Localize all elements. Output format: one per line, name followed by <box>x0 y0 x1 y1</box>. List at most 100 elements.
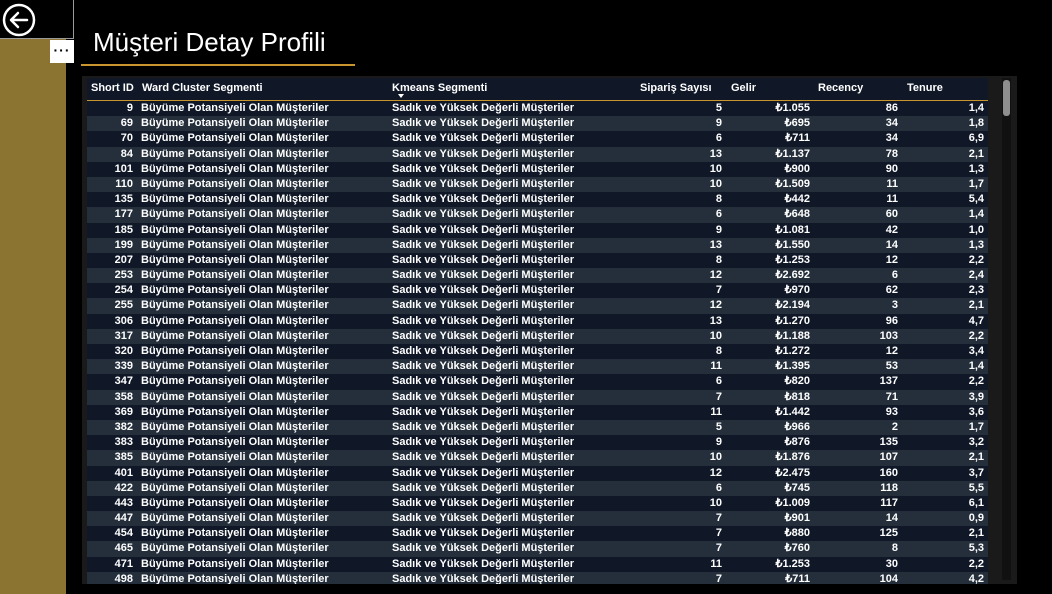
cell-gelir: ₺745 <box>784 481 810 494</box>
column-header-gelir[interactable]: Gelir <box>731 82 756 94</box>
cell-gelir: ₺2.692 <box>775 269 810 282</box>
table-row[interactable]: 101 Büyüme Potansiyeli Olan Müşteriler Sad… <box>87 161 988 177</box>
cell-short-id: 339 <box>114 360 133 373</box>
cell-short-id: 498 <box>114 572 133 584</box>
cell-recency: 125 <box>879 527 898 540</box>
cell-ward-segment: Büyüme Potansiyeli Olan Müşteriler <box>141 102 329 114</box>
table-body: 9 Büyüme Potansiyeli Olan Müşteriler Sadık… <box>87 101 988 584</box>
cell-siparis-sayisi: 13 <box>709 147 722 160</box>
cell-tenure: 2,4 <box>968 269 984 282</box>
table-row[interactable]: 382 Büyüme Potansiyeli Olan Müşteriler Sad… <box>87 419 988 436</box>
cell-ward-segment: Büyüme Potansiyeli Olan Müşteriler <box>141 451 329 464</box>
table-row[interactable]: 317 Büyüme Potansiyeli Olan Müşteriler Sad… <box>87 328 988 344</box>
cell-recency: 62 <box>885 284 898 297</box>
table-row[interactable]: 306 Büyüme Potansiyeli Olan Müşteriler Sad… <box>87 313 988 329</box>
cell-siparis-sayisi: 11 <box>710 405 722 418</box>
column-header-siparis-sayisi[interactable]: Sipariş Sayısı <box>640 82 712 94</box>
cell-short-id: 70 <box>120 132 133 145</box>
cell-kmeans-segment: Sadık ve Yüksek Değerli Müşteriler <box>392 102 574 114</box>
cell-short-id: 199 <box>114 238 133 251</box>
cell-tenure: 1,7 <box>968 177 984 190</box>
table-row[interactable]: 177 Büyüme Potansiyeli Olan Müşteriler Sad… <box>87 207 988 223</box>
table-row[interactable]: 135 Büyüme Potansiyeli Olan Müşteriler Sad… <box>87 192 988 208</box>
cell-gelir: ₺1.876 <box>775 451 810 464</box>
table-row[interactable]: 498 Büyüme Potansiyeli Olan Müşteriler Sad… <box>87 571 988 584</box>
cell-kmeans-segment: Sadık ve Yüksek Değerli Müşteriler <box>392 269 574 282</box>
cell-gelir: ₺1.270 <box>775 314 810 327</box>
cell-siparis-sayisi: 6 <box>715 375 722 388</box>
cell-tenure: 1,4 <box>968 208 984 221</box>
cell-short-id: 422 <box>114 481 133 494</box>
table-row[interactable]: 347 Büyüme Potansiyeli Olan Müşteriler Sad… <box>87 374 988 390</box>
cell-gelir: ₺1.009 <box>775 496 810 509</box>
table-row[interactable]: 110 Büyüme Potansiyeli Olan Müşteriler Sad… <box>87 176 988 193</box>
column-header-ward-cluster[interactable]: Ward Cluster Segmenti <box>142 82 263 94</box>
table-row[interactable]: 454 Büyüme Potansiyeli Olan Müşteriler Sad… <box>87 526 988 542</box>
table-row[interactable]: 447 Büyüme Potansiyeli Olan Müşteriler Sad… <box>87 511 988 527</box>
cell-short-id: 382 <box>114 420 133 433</box>
table-row[interactable]: 443 Büyüme Potansiyeli Olan Müşteriler Sad… <box>87 495 988 512</box>
table-row[interactable]: 320 Büyüme Potansiyeli Olan Müşteriler Sad… <box>87 344 988 360</box>
column-header-short-id[interactable]: Short ID <box>91 82 134 94</box>
cell-recency: 12 <box>885 253 898 266</box>
cell-kmeans-segment: Sadık ve Yüksek Değerli Müşteriler <box>392 542 574 555</box>
table-row[interactable]: 255 Büyüme Potansiyeli Olan Müşteriler Sad… <box>87 298 988 314</box>
cell-ward-segment: Büyüme Potansiyeli Olan Müşteriler <box>141 299 329 312</box>
cell-kmeans-segment: Sadık ve Yüksek Değerli Müşteriler <box>392 572 574 584</box>
table-row[interactable]: 401 Büyüme Potansiyeli Olan Müşteriler Sad… <box>87 465 988 481</box>
cell-tenure: 4,7 <box>968 314 984 327</box>
cell-ward-segment: Büyüme Potansiyeli Olan Müşteriler <box>141 542 329 555</box>
cell-gelir: ₺2.194 <box>775 299 810 312</box>
vertical-scrollbar[interactable] <box>1002 78 1011 580</box>
table-row[interactable]: 254 Büyüme Potansiyeli Olan Müşteriler Sad… <box>87 283 988 299</box>
cell-kmeans-segment: Sadık ve Yüksek Değerli Müşteriler <box>392 284 574 297</box>
cell-siparis-sayisi: 10 <box>709 451 722 464</box>
cell-short-id: 253 <box>114 269 133 282</box>
cell-tenure: 2,2 <box>968 253 984 266</box>
cell-recency: 137 <box>879 375 898 388</box>
title-underline <box>81 64 355 66</box>
column-header-kmeans[interactable]: Kmeans Segmenti <box>392 82 487 94</box>
back-arrow-icon <box>2 3 36 37</box>
column-header-tenure[interactable]: Tenure <box>907 82 943 94</box>
cell-gelir: ₺880 <box>784 527 810 540</box>
cell-gelir: ₺760 <box>784 542 810 555</box>
cell-siparis-sayisi: 13 <box>709 314 722 327</box>
table-row[interactable]: 471 Büyüme Potansiyeli Olan Müşteriler Sad… <box>87 556 988 572</box>
side-strip <box>0 0 66 594</box>
table-row[interactable]: 253 Büyüme Potansiyeli Olan Müşteriler Sad… <box>87 268 988 284</box>
table-row[interactable]: 207 Büyüme Potansiyeli Olan Müşteriler Sad… <box>87 252 988 269</box>
cell-short-id: 320 <box>114 345 133 357</box>
cell-gelir: ₺442 <box>784 193 810 206</box>
scrollbar-thumb[interactable] <box>1003 80 1010 116</box>
cell-gelir: ₺1.509 <box>775 177 810 190</box>
table-row[interactable]: 385 Büyüme Potansiyeli Olan Müşteriler Sad… <box>87 450 988 466</box>
column-header-recency[interactable]: Recency <box>818 82 863 94</box>
table-row[interactable]: 422 Büyüme Potansiyeli Olan Müşteriler Sad… <box>87 480 988 496</box>
cell-tenure: 3,4 <box>968 345 984 357</box>
table-row[interactable]: 70 Büyüme Potansiyeli Olan Müşteriler Sadı… <box>87 131 988 147</box>
cell-gelir: ₺1.137 <box>775 147 810 160</box>
table-row[interactable]: 9 Büyüme Potansiyeli Olan Müşteriler Sadık… <box>87 101 988 117</box>
cell-recency: 14 <box>885 238 898 251</box>
table-row[interactable]: 369 Büyüme Potansiyeli Olan Müşteriler Sad… <box>87 404 988 420</box>
table-row[interactable]: 185 Büyüme Potansiyeli Olan Müşteriler Sad… <box>87 222 988 238</box>
cell-kmeans-segment: Sadık ve Yüksek Değerli Müşteriler <box>392 420 574 433</box>
cell-gelir: ₺1.081 <box>775 223 810 236</box>
table-row[interactable]: 199 Büyüme Potansiyeli Olan Müşteriler Sad… <box>87 237 988 253</box>
cell-recency: 34 <box>885 132 898 145</box>
cell-siparis-sayisi: 13 <box>709 238 722 251</box>
table-row[interactable]: 383 Büyüme Potansiyeli Olan Müşteriler Sad… <box>87 435 988 451</box>
table-row[interactable]: 358 Büyüme Potansiyeli Olan Müşteriler Sad… <box>87 389 988 405</box>
more-options-icon[interactable]: ··· <box>50 40 74 63</box>
back-button[interactable] <box>0 0 74 39</box>
cell-short-id: 255 <box>114 299 133 312</box>
table-row[interactable]: 339 Büyüme Potansiyeli Olan Müşteriler Sad… <box>87 359 988 375</box>
table-row[interactable]: 84 Büyüme Potansiyeli Olan Müşteriler Sadı… <box>87 146 988 162</box>
cell-recency: 78 <box>885 147 898 160</box>
table-row[interactable]: 69 Büyüme Potansiyeli Olan Müşteriler Sadı… <box>87 116 988 132</box>
cell-short-id: 101 <box>114 162 133 175</box>
cell-short-id: 207 <box>114 253 133 266</box>
table-row[interactable]: 465 Büyüme Potansiyeli Olan Müşteriler Sad… <box>87 541 988 557</box>
cell-siparis-sayisi: 10 <box>709 177 722 190</box>
